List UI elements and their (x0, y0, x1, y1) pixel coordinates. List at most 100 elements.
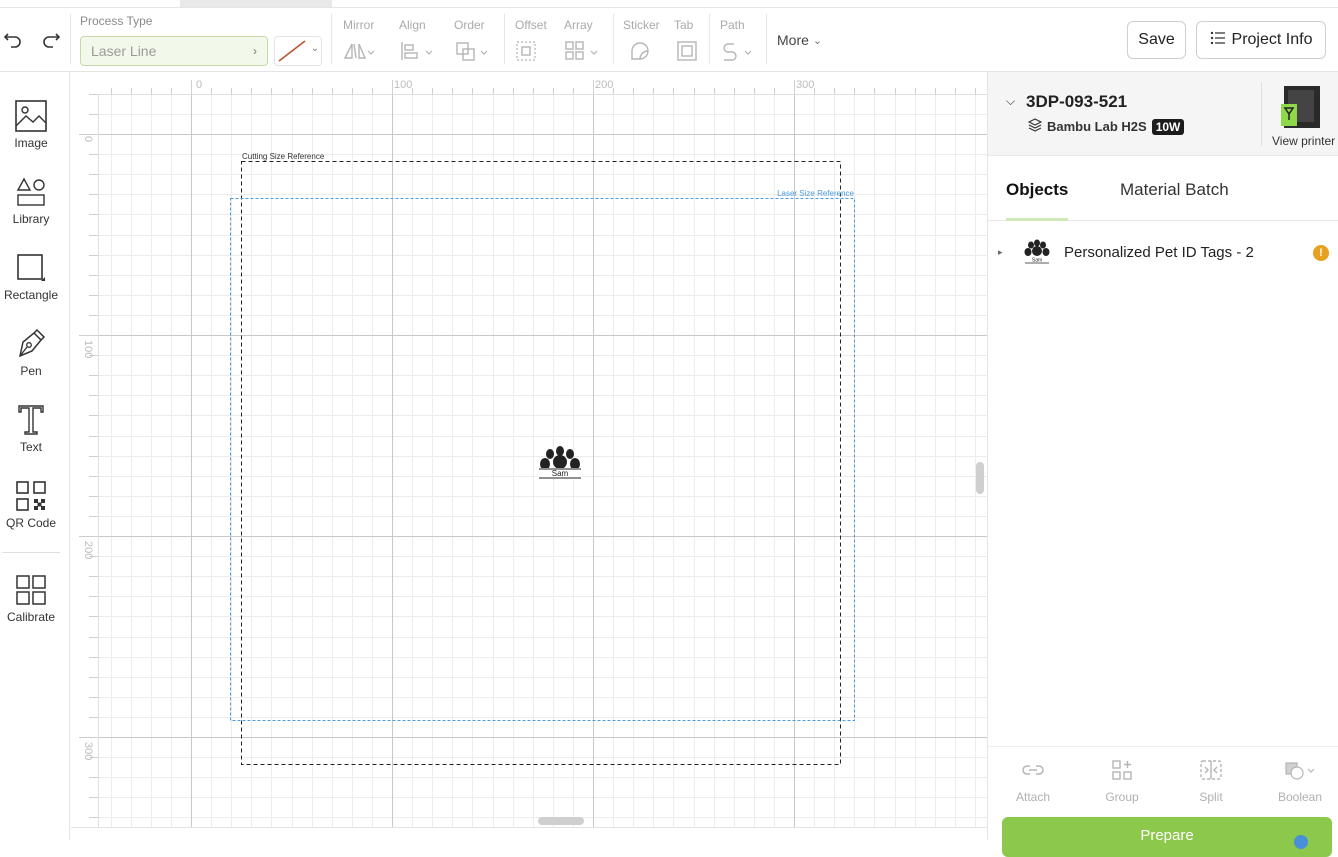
process-type-label: Process Type (80, 14, 153, 28)
printer-header: ⌵ 3DP-093-521 Bambu Lab H2S 10W View pri… (988, 72, 1338, 156)
design-canvas[interactable]: 0 100 200 300 0 100 200 300 Cutting Size… (71, 72, 987, 840)
group-icon (1110, 759, 1134, 786)
attach-icon (1021, 759, 1045, 786)
array-label: Array (564, 18, 593, 32)
rectangle-label: Rectangle (3, 288, 59, 302)
object-name: Personalized Pet ID Tags - 2 (1064, 244, 1254, 261)
ruler-y-label: 0 (82, 136, 94, 142)
text-label: Text (19, 440, 42, 454)
group-label: Group (1105, 790, 1139, 804)
ruler-x-label: 0 (196, 79, 202, 91)
ruler-x-label: 100 (394, 79, 412, 91)
align-label: Align (399, 18, 426, 32)
chevron-down-icon[interactable]: ⌵ (1006, 94, 1015, 109)
layers-icon (1027, 118, 1043, 135)
mirror-icon (343, 40, 375, 62)
prepare-button[interactable]: Prepare (1002, 817, 1332, 857)
text-tool[interactable]: Text (0, 402, 62, 454)
library-tool[interactable]: Library (0, 174, 62, 226)
object-actions: Attach Group Split Boolean (988, 746, 1338, 806)
image-label: Image (14, 136, 48, 150)
sticker-icon (629, 40, 651, 62)
toolbar: Process Type Laser Line › ⌄ Mirror Align… (0, 8, 1338, 72)
horizontal-scrollbar[interactable] (538, 817, 584, 825)
divider (766, 14, 767, 64)
chevron-down-icon: ⌄ (812, 34, 823, 47)
tool-sidebar: Image Library Rectangle Pen Text QR Code… (0, 72, 70, 840)
boolean-icon (1283, 759, 1317, 786)
more-button[interactable]: More ⌄ (777, 32, 822, 48)
object-thumbnail: Sam (1024, 239, 1050, 264)
order-label: Order (454, 18, 485, 32)
mirror-label: Mirror (343, 18, 375, 32)
ruler-y-label: 300 (82, 742, 94, 760)
cutting-size-reference-label: Cutting Size Reference (242, 152, 325, 161)
undo-icon[interactable] (2, 28, 24, 50)
divider (2, 552, 60, 553)
project-info-button[interactable]: Project Info (1196, 21, 1326, 59)
attach-label: Attach (1015, 790, 1051, 804)
tab-objects[interactable]: Objects (1006, 180, 1069, 221)
process-type-value: Laser Line (91, 43, 157, 59)
offset-label: Offset (515, 18, 547, 32)
pen-label: Pen (20, 364, 42, 378)
divider (709, 14, 710, 64)
group-button[interactable]: Group (1087, 759, 1157, 804)
calibrate-tool[interactable]: Calibrate (0, 572, 62, 624)
qr-code-tool[interactable]: QR Code (0, 478, 62, 530)
image-icon (15, 98, 47, 134)
rectangle-icon (14, 250, 48, 286)
pet-tag-object[interactable]: Sam (539, 446, 581, 479)
array-icon (564, 40, 600, 62)
ruler-top (71, 72, 987, 94)
window-tab[interactable] (180, 0, 332, 7)
prepare-label: Prepare (1140, 827, 1194, 844)
text-icon (16, 402, 46, 438)
top-strip (0, 0, 1338, 8)
line-color-picker[interactable]: ⌄ (274, 36, 322, 66)
warning-icon[interactable]: ! (1313, 245, 1329, 261)
sticker-label: Sticker (623, 18, 660, 32)
attach-button[interactable]: Attach (998, 759, 1068, 804)
boolean-button[interactable]: Boolean (1265, 759, 1335, 804)
save-label: Save (1138, 31, 1175, 48)
printer-id[interactable]: 3DP-093-521 (1026, 92, 1127, 112)
list-item[interactable]: ▸ Sam Personalized Pet ID Tags - 2 ! (988, 235, 1338, 271)
vertical-scrollbar[interactable] (976, 462, 984, 494)
pen-tool[interactable]: Pen (0, 326, 62, 378)
line-color-swatch (278, 40, 306, 62)
tab-material-batch-label: Material Batch (1120, 180, 1229, 199)
status-dot-icon (1294, 835, 1308, 849)
expand-triangle-icon[interactable]: ▸ (998, 247, 1003, 258)
list-icon (1210, 31, 1226, 50)
process-type-select[interactable]: Laser Line › (80, 36, 268, 66)
more-label: More (777, 32, 809, 48)
divider (504, 14, 505, 64)
library-label: Library (12, 212, 50, 226)
rectangle-tool[interactable]: Rectangle (0, 250, 62, 302)
boolean-label: Boolean (1277, 790, 1323, 804)
tab-material-batch[interactable]: Material Batch (1120, 180, 1229, 200)
divider (613, 14, 614, 64)
tab-icon (676, 40, 698, 62)
ruler-y-label: 100 (82, 340, 94, 358)
ruler-y-label: 200 (82, 541, 94, 559)
canvas-svg: 0 100 200 300 0 100 200 300 Cutting Size… (71, 72, 987, 840)
divider (1261, 82, 1262, 146)
redo-icon[interactable] (40, 28, 62, 50)
save-button[interactable]: Save (1127, 21, 1186, 59)
ruler-x-label: 300 (796, 79, 814, 91)
order-icon (454, 40, 490, 62)
pen-icon (16, 326, 46, 362)
object-thumbnail-text: Sam (1032, 258, 1042, 264)
laser-size-reference-label: Laser Size Reference (777, 189, 854, 198)
qr-code-label: QR Code (5, 516, 57, 530)
image-tool[interactable]: Image (0, 98, 62, 150)
path-label: Path (720, 18, 745, 32)
chevron-down-icon: ⌄ (310, 43, 319, 54)
printer-image[interactable] (1278, 84, 1326, 130)
view-printer-link[interactable]: View printer (1272, 134, 1335, 148)
project-info-label: Project Info (1231, 31, 1313, 48)
split-button[interactable]: Split (1176, 759, 1246, 804)
chevron-right-icon: › (253, 44, 257, 58)
